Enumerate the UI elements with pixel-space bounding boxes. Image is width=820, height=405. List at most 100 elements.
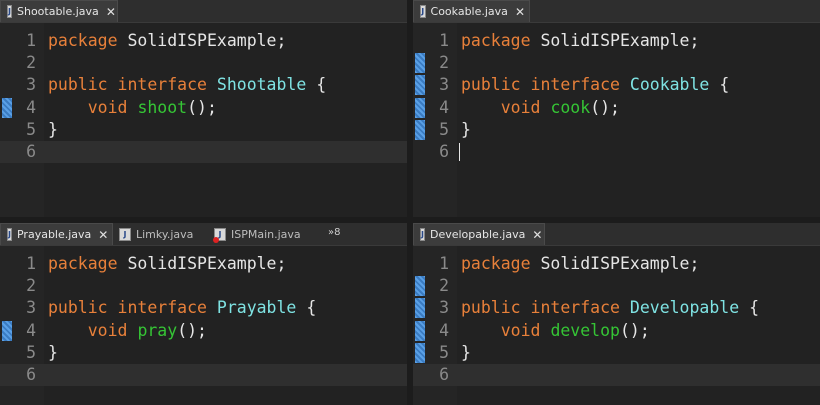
interface-name: Prayable	[216, 298, 297, 318]
editor-pane-cookable: J Cookable.java ✕ 1 package SolidISPExamp…	[413, 0, 820, 217]
interface-name: Cookable	[629, 75, 710, 95]
code-line-current: 6	[0, 363, 407, 387]
line-number: 4	[26, 97, 36, 117]
editor-pane-shootable: J Shootable.java ✕ 1 package SolidISPExam…	[0, 0, 407, 217]
java-file-icon: J	[7, 228, 12, 241]
keyword: public	[48, 75, 108, 95]
close-icon[interactable]: ✕	[98, 228, 108, 242]
code-editor[interactable]: 1 package SolidISPExample; 2 3 public inte…	[0, 23, 407, 217]
code-line: 4 void shoot();	[0, 97, 407, 119]
tab-bar: J Prayable.java ✕ J Limky.java J ISPMain…	[0, 223, 407, 246]
method-name: cook	[550, 97, 591, 117]
code-line: 3 public interface Shootable {	[0, 74, 407, 96]
keyword: public	[461, 75, 521, 95]
code-line: 1 package SolidISPExample;	[413, 253, 820, 275]
package-name: SolidISPExample;	[540, 31, 700, 50]
tab-shootable[interactable]: J Shootable.java ✕	[0, 0, 118, 22]
line-number: 3	[26, 75, 36, 95]
keyword: package	[461, 254, 531, 273]
code-line: 2	[0, 275, 407, 297]
brace: }	[461, 119, 471, 139]
keyword: public	[48, 298, 108, 318]
line-number: 4	[439, 97, 449, 117]
code-line: 5}	[413, 342, 820, 364]
code-line: 2	[413, 52, 820, 74]
tab-ispmain[interactable]: J ISPMain.java	[208, 223, 301, 245]
keyword: interface	[117, 75, 207, 95]
keyword: void	[500, 320, 541, 340]
method-tail: ();	[590, 97, 620, 117]
code-line: 5}	[413, 119, 820, 141]
line-number: 6	[439, 364, 449, 384]
line-number: 2	[26, 276, 36, 296]
line-number: 3	[26, 298, 36, 318]
java-file-icon: J	[7, 5, 12, 18]
tab-label: Limky.java	[136, 227, 194, 241]
method-name: pray	[137, 320, 178, 340]
brace: }	[48, 119, 58, 139]
line-number: 3	[439, 298, 449, 318]
code-line: 4 void pray();	[0, 320, 407, 342]
code-editor[interactable]: 1 package SolidISPExample; 2 3 public inte…	[0, 246, 407, 405]
brace: {	[306, 298, 317, 318]
java-file-icon: J	[420, 5, 426, 18]
tab-limky[interactable]: J Limky.java	[113, 223, 193, 245]
code-line: 4 void develop();	[413, 320, 820, 342]
java-file-error-icon: J	[213, 227, 226, 243]
brace: }	[461, 342, 471, 362]
code-line: 3 public interface Cookable {	[413, 74, 820, 96]
line-number: 3	[439, 75, 449, 95]
keyword: void	[87, 320, 128, 340]
code-editor[interactable]: 1 package SolidISPExample; 2 3 public inte…	[413, 23, 820, 217]
code-line: 5}	[0, 119, 407, 141]
method-name: develop	[550, 320, 620, 340]
code-line: 2	[0, 52, 407, 74]
line-number: 5	[26, 119, 36, 139]
interface-name: Shootable	[216, 75, 307, 95]
line-number: 4	[26, 320, 36, 340]
editor-pane-prayable: J Prayable.java ✕ J Limky.java J ISPMain…	[0, 223, 407, 405]
tab-label: ISPMain.java	[231, 227, 301, 241]
code-editor[interactable]: 1 package SolidISPExample; 2 3 public inte…	[413, 246, 820, 405]
code-line: 5}	[0, 342, 407, 364]
tab-prayable[interactable]: J Prayable.java ✕	[0, 223, 113, 245]
brace: {	[719, 75, 730, 95]
method-tail: ();	[177, 320, 207, 340]
close-icon[interactable]: ✕	[106, 5, 116, 19]
tab-label: Cookable.java	[430, 5, 508, 18]
keyword: void	[87, 97, 128, 117]
line-number: 2	[439, 276, 449, 296]
method-tail: ();	[619, 320, 650, 340]
keyword: package	[48, 254, 118, 273]
close-icon[interactable]: ✕	[515, 5, 525, 19]
keyword: interface	[530, 298, 620, 318]
method-tail: ();	[187, 97, 217, 117]
close-icon[interactable]: ✕	[532, 228, 542, 242]
keyword: package	[48, 31, 118, 50]
text-cursor	[459, 142, 460, 161]
tab-label: Prayable.java	[16, 228, 92, 241]
tab-label: Developable.java	[429, 228, 526, 241]
keyword: public	[461, 298, 521, 318]
code-line: 4 void cook();	[413, 97, 820, 119]
line-number: 6	[26, 141, 36, 161]
line-number: 5	[439, 119, 449, 139]
tab-cookable[interactable]: J Cookable.java ✕	[413, 0, 530, 22]
line-number: 2	[26, 53, 36, 73]
code-line: 3 public interface Developable {	[413, 297, 820, 319]
code-line: 3 public interface Prayable {	[0, 297, 407, 319]
method-name: shoot	[137, 97, 188, 117]
tab-overflow-button[interactable]: »8	[328, 227, 340, 238]
brace: }	[48, 342, 58, 362]
line-number: 1	[439, 31, 449, 50]
tab-developable[interactable]: J Developable.java ✕	[413, 223, 545, 245]
line-number: 5	[439, 342, 449, 362]
tab-label: Shootable.java	[16, 5, 99, 18]
keyword: package	[461, 31, 531, 50]
code-line: 1 package SolidISPExample;	[0, 253, 407, 275]
line-number: 5	[26, 342, 36, 362]
code-line-current: 6	[413, 363, 820, 387]
package-name: SolidISPExample;	[127, 254, 287, 273]
package-name: SolidISPExample;	[540, 254, 700, 273]
package-name: SolidISPExample;	[127, 31, 287, 50]
